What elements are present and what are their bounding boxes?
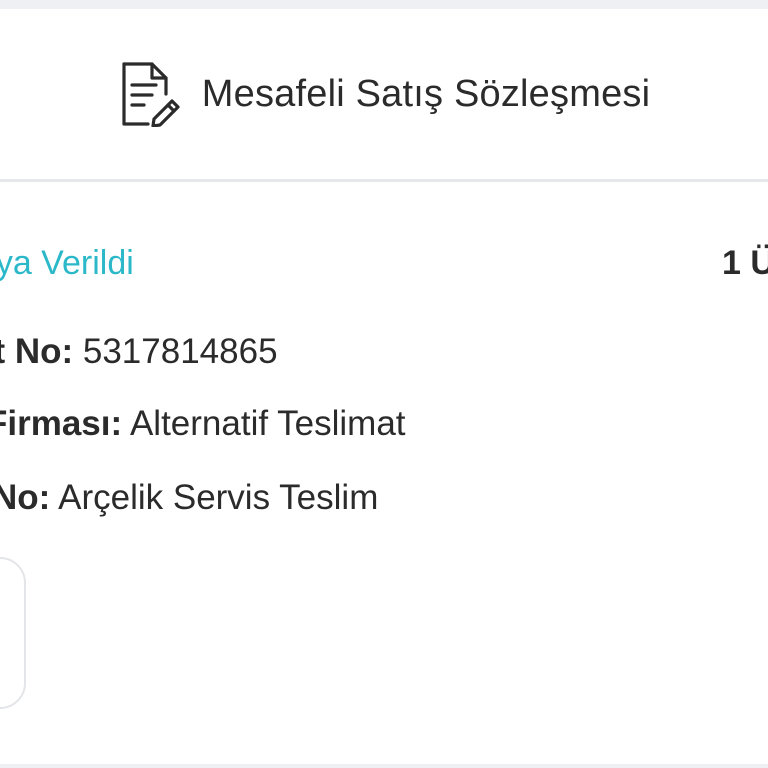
contract-label: Mesafeli Satış Sözleşmesi [201,72,651,115]
top-separator [0,0,768,9]
order-summary: goya Verildi 1 Ü at No: 5317814865 Firma… [0,182,768,768]
tracking-number-value: 5317814865 [73,332,278,371]
distance-sales-contract-button[interactable]: Mesafeli Satış Sözleşmesi [0,9,768,179]
tracking-number-label: at No: [0,332,74,371]
carrier-label: Firması: [0,404,123,443]
delivery-label: No: [0,478,51,517]
carrier-value: Alternatif Teslimat [122,404,406,443]
tracking-number-row: at No: 5317814865 [0,332,278,372]
order-detail-page: Mesafeli Satış Sözleşmesi goya Verildi 1… [0,0,768,768]
product-thumbnail-card[interactable] [0,557,26,709]
bottom-separator [0,764,768,768]
carrier-row: Firması: Alternatif Teslimat [0,404,406,444]
order-status: goya Verildi [0,244,134,282]
document-edit-icon [122,62,180,127]
delivery-value: Arçelik Servis Teslim [50,478,379,517]
delivery-row: No: Arçelik Servis Teslim [0,478,378,518]
item-count: 1 Ü [722,244,768,282]
